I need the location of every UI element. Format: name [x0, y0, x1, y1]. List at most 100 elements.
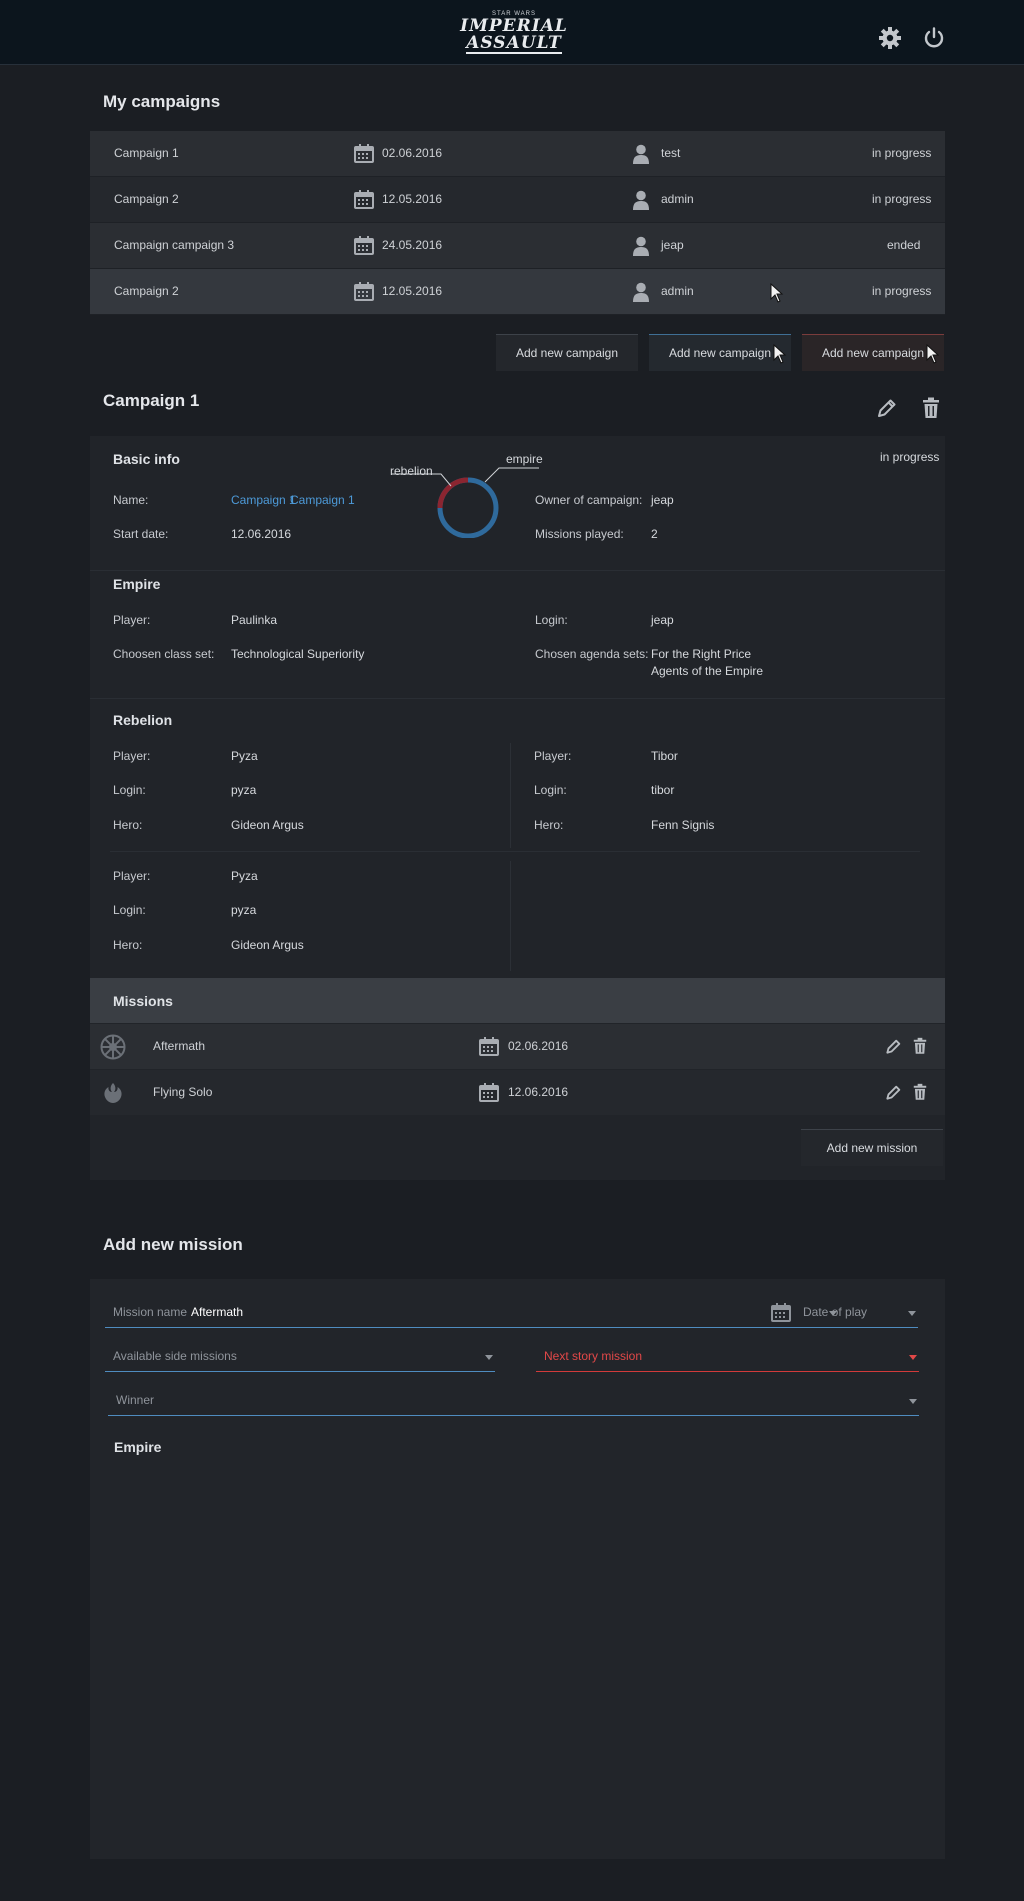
mission-name: Aftermath [153, 1039, 206, 1053]
campaign-date: 12.05.2016 [382, 192, 443, 206]
campaign-owner: admin [661, 192, 694, 206]
calendar-icon[interactable] [771, 1303, 791, 1322]
campaign-date: 24.05.2016 [382, 238, 443, 252]
owner-value: jeap [651, 493, 674, 507]
campaign-row[interactable]: Campaign 1 02.06.2016 test in progress [90, 131, 945, 177]
side-missions-placeholder: Available side missions [113, 1349, 237, 1363]
story-mission-placeholder: Next story mission [544, 1349, 643, 1363]
rebel-player-value: Tibor [651, 749, 678, 763]
gear-icon[interactable] [878, 26, 902, 50]
add-new-campaign-button-hover[interactable]: Add new campaign [649, 334, 791, 371]
calendar-icon [354, 144, 374, 163]
campaign-name: Campaign campaign 3 [114, 238, 235, 252]
calendar-icon [354, 236, 374, 255]
rebel-player-value: Pyza [231, 869, 258, 883]
chart-label-rebelion: rebelion [390, 464, 433, 478]
mission-row[interactable]: Aftermath 02.06.2016 [90, 1024, 945, 1069]
campaigns-table: Campaign 1 02.06.2016 test in progress C… [90, 131, 945, 315]
mission-date: 02.06.2016 [508, 1039, 569, 1053]
rebel-hero-value: Fenn Signis [651, 818, 715, 832]
agenda-set-value: Agents of the Empire [651, 664, 764, 678]
campaign-status: ended [887, 238, 921, 252]
add-new-campaign-button[interactable]: Add new campaign [496, 334, 638, 371]
campaign-owner: test [661, 146, 681, 160]
chevron-down-icon[interactable] [909, 1355, 917, 1360]
campaign-owner: admin [661, 284, 694, 298]
chevron-down-icon[interactable] [909, 1399, 917, 1404]
user-icon [633, 190, 649, 210]
rebel-login-label: Login: [534, 783, 567, 797]
campaign-name: Campaign 2 [114, 284, 179, 298]
campaign-status: in progress [872, 192, 932, 206]
add-new-mission-button[interactable]: Add new mission [801, 1129, 943, 1166]
campaign-row[interactable]: Campaign campaign 3 24.05.2016 jeap ende… [90, 223, 945, 269]
user-icon [633, 236, 649, 256]
empire-player-label: Player: [113, 613, 151, 627]
donut-rebelion-segment [437, 477, 469, 509]
empire-login-label: Login: [535, 613, 568, 627]
rebel-player-value: Pyza [231, 749, 258, 763]
chevron-down-icon[interactable] [485, 1355, 493, 1360]
missions-played-label: Missions played: [535, 527, 624, 541]
edit-icon[interactable] [885, 1084, 902, 1101]
rebel-hero-label: Hero: [113, 938, 143, 952]
trash-icon[interactable] [913, 1083, 927, 1101]
rebelion-title: Rebelion [113, 712, 173, 728]
campaign-row[interactable]: Campaign 2 12.05.2016 admin in progress [90, 177, 945, 223]
form-empire-title: Empire [114, 1439, 162, 1455]
rebel-login-value: pyza [231, 783, 257, 797]
campaign-row-hover[interactable]: Campaign 2 12.05.2016 admin in progress [90, 269, 945, 315]
class-set-label: Choosen class set: [113, 647, 215, 661]
rebel-login-value: pyza [231, 903, 257, 917]
rebel-login-label: Login: [113, 783, 146, 797]
row-divider [110, 851, 920, 852]
empire-emblem-icon [100, 1034, 126, 1060]
logo-line-2: ASSAULT [466, 33, 562, 54]
rebel-player-label: Player: [113, 749, 151, 763]
next-story-mission-select[interactable]: Next story mission [536, 1343, 919, 1372]
trash-icon[interactable] [913, 1037, 927, 1055]
basic-info-title: Basic info [113, 451, 180, 467]
mission-row[interactable]: Flying Solo 12.06.2016 [90, 1070, 945, 1115]
add-new-campaign-button-active[interactable]: Add new campaign [802, 334, 944, 371]
date-of-play-field[interactable]: Date of play [766, 1299, 918, 1328]
campaign-detail-title: Campaign 1 [103, 391, 200, 410]
power-icon[interactable] [922, 26, 946, 50]
side-missions-select[interactable]: Available side missions [105, 1343, 495, 1372]
agenda-set-value: For the Right Price [651, 647, 752, 661]
missions-title: Missions [113, 993, 173, 1009]
calendar-icon [479, 1083, 499, 1102]
empire-title: Empire [113, 576, 161, 592]
winner-select[interactable]: Winner [108, 1387, 919, 1416]
campaign-name-link[interactable]: Campaign 1 [231, 493, 296, 507]
rebel-login-value: tibor [651, 783, 675, 797]
campaign-status-label: in progress [880, 450, 940, 464]
trash-icon[interactable] [922, 397, 940, 419]
campaign-name-link[interactable]: Campaign 1 [290, 493, 355, 507]
rebel-login-label: Login: [113, 903, 146, 917]
mission-name-field[interactable]: Mission name Aftermath [105, 1299, 839, 1328]
rebel-hero-label: Hero: [113, 818, 143, 832]
rebel-hero-label: Hero: [534, 818, 564, 832]
chart-label-empire: empire [506, 452, 543, 466]
campaign-status: in progress [872, 146, 932, 160]
mouse-cursor-icon [926, 344, 940, 364]
mission-name-value: Aftermath [191, 1305, 244, 1319]
empire-leader-line [484, 467, 539, 483]
user-icon [633, 144, 649, 164]
winner-placeholder: Winner [116, 1393, 155, 1407]
user-icon [633, 282, 649, 302]
chevron-down-icon[interactable] [908, 1311, 916, 1316]
imperial-assault-logo[interactable]: STAR WARS IMPERIAL ASSAULT [448, 10, 580, 54]
my-campaigns-title: My campaigns [103, 92, 221, 111]
column-divider [510, 743, 511, 848]
campaign-status: in progress [872, 284, 932, 298]
edit-icon[interactable] [885, 1038, 902, 1055]
edit-icon[interactable] [876, 397, 898, 419]
rebel-emblem-icon [104, 1083, 122, 1103]
agenda-sets-label: Chosen agenda sets: [535, 647, 649, 661]
campaign-name: Campaign 1 [114, 146, 179, 160]
section-divider [90, 698, 945, 699]
campaign-owner: jeap [661, 238, 684, 252]
add-mission-title: Add new mission [103, 1235, 243, 1254]
